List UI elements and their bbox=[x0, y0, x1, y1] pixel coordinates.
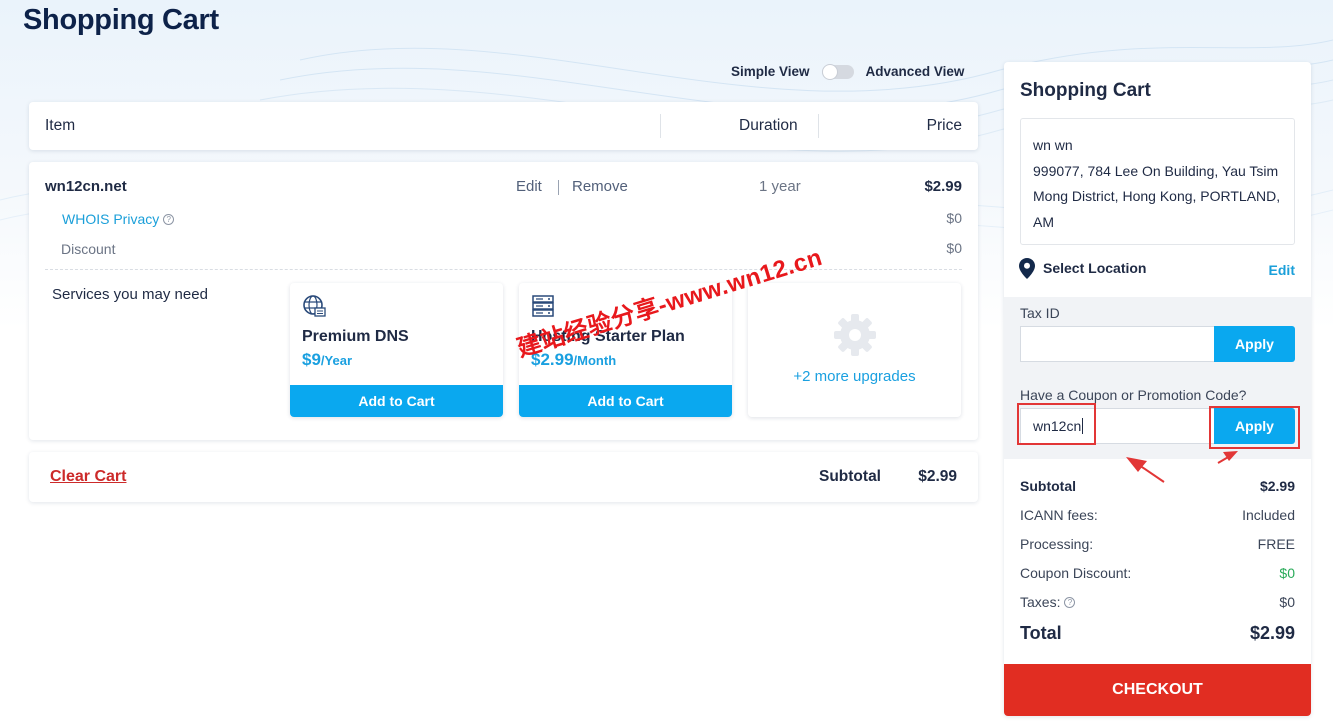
summary-taxes-row: Taxes:? $0 bbox=[1020, 594, 1295, 610]
column-header-duration: Duration bbox=[739, 117, 798, 134]
services-title: Services you may need bbox=[52, 286, 208, 303]
add-to-cart-button[interactable]: Add to Cart bbox=[290, 385, 503, 417]
globe-dns-icon bbox=[303, 295, 326, 317]
location-pin-icon bbox=[1019, 258, 1035, 279]
column-divider bbox=[818, 114, 819, 138]
domain-name: wn12cn.net bbox=[45, 178, 127, 195]
whois-privacy-label[interactable]: WHOIS Privacy bbox=[62, 211, 159, 227]
column-header-price: Price bbox=[926, 117, 962, 134]
service-card-premium-dns: Premium DNS $9/Year Add to Cart bbox=[290, 283, 503, 417]
apply-button-highlight bbox=[1209, 406, 1300, 449]
item-duration[interactable]: 1 year bbox=[759, 178, 801, 195]
edit-item-link[interactable]: Edit bbox=[516, 178, 542, 195]
summary-processing-row: Processing: FREE bbox=[1020, 536, 1295, 552]
cart-table-header: Item Duration Price bbox=[29, 102, 978, 150]
taxes-label: Taxes: bbox=[1020, 594, 1061, 610]
edit-location-link[interactable]: Edit bbox=[1269, 262, 1295, 278]
summary-total-row: Total $2.99 bbox=[1020, 623, 1295, 644]
page-title: Shopping Cart bbox=[23, 4, 219, 36]
address-line: Mong District, Hong Kong, PORTLAND, bbox=[1033, 188, 1281, 204]
order-summary-sidebar: Shopping Cart wn wn 999077, 784 Lee On B… bbox=[1004, 62, 1311, 716]
tax-id-apply-button[interactable]: Apply bbox=[1214, 326, 1295, 362]
item-price: $2.99 bbox=[924, 178, 962, 195]
coupon-discount-label: Coupon Discount: bbox=[1020, 565, 1132, 581]
icann-fees-label: ICANN fees: bbox=[1020, 507, 1098, 523]
service-price: $9/Year bbox=[302, 350, 352, 370]
more-upgrades-card[interactable]: +2 more upgrades bbox=[748, 283, 961, 417]
simple-view-label[interactable]: Simple View bbox=[731, 64, 810, 79]
help-icon[interactable]: ? bbox=[1064, 597, 1076, 608]
link-separator bbox=[558, 180, 559, 195]
view-toggle: Simple View Advanced View bbox=[731, 63, 965, 80]
subtotal-label: Subtotal bbox=[819, 468, 881, 485]
subtotal-value: $2.99 bbox=[918, 468, 957, 485]
cart-item-card: wn12cn.net Edit Remove 1 year $2.99 WHOI… bbox=[29, 162, 978, 440]
whois-privacy-link[interactable]: WHOIS Privacy? bbox=[62, 211, 175, 227]
icann-fees-value: Included bbox=[1242, 507, 1295, 523]
select-location-label[interactable]: Select Location bbox=[1043, 260, 1146, 276]
tax-id-label: Tax ID bbox=[1020, 305, 1060, 321]
subtotal-bar: Clear Cart Subtotal $2.99 bbox=[29, 452, 978, 502]
more-upgrades-link[interactable]: +2 more upgrades bbox=[748, 368, 961, 385]
processing-value: FREE bbox=[1257, 536, 1295, 552]
coupon-discount-value: $0 bbox=[1279, 565, 1295, 581]
service-name: Premium DNS bbox=[302, 328, 409, 345]
coupon-input-highlight bbox=[1017, 403, 1096, 445]
address-line: 999077, 784 Lee On Building, Yau Tsim bbox=[1033, 162, 1279, 179]
server-icon bbox=[532, 295, 554, 317]
checkout-button[interactable]: CHECKOUT bbox=[1004, 664, 1311, 716]
address-line: AM bbox=[1033, 213, 1054, 230]
whois-privacy-price: $0 bbox=[946, 210, 962, 226]
processing-label: Processing: bbox=[1020, 536, 1094, 552]
summary-subtotal-value: $2.99 bbox=[1259, 478, 1295, 494]
service-price-amount: $9 bbox=[302, 350, 321, 369]
gear-icon bbox=[834, 314, 876, 356]
column-divider bbox=[660, 114, 661, 138]
advanced-view-label[interactable]: Advanced View bbox=[866, 64, 965, 79]
column-header-item: Item bbox=[45, 117, 76, 134]
total-value: $2.99 bbox=[1249, 623, 1295, 643]
tax-id-input[interactable] bbox=[1020, 326, 1215, 362]
discount-price: $0 bbox=[946, 240, 962, 256]
total-label: Total bbox=[1020, 623, 1062, 643]
add-to-cart-button[interactable]: Add to Cart bbox=[519, 385, 732, 417]
taxes-value: $0 bbox=[1279, 594, 1295, 610]
service-price-period: /Year bbox=[320, 353, 353, 368]
summary-subtotal-label: Subtotal bbox=[1020, 478, 1076, 494]
discount-label: Discount bbox=[61, 241, 116, 257]
toggle-knob bbox=[821, 63, 838, 80]
remove-item-link[interactable]: Remove bbox=[572, 178, 628, 195]
summary-coupon-discount-row: Coupon Discount: $0 bbox=[1020, 565, 1295, 581]
sidebar-title: Shopping Cart bbox=[1020, 80, 1151, 101]
address-line: wn wn bbox=[1033, 137, 1073, 153]
clear-cart-link[interactable]: Clear Cart bbox=[50, 468, 126, 486]
help-icon[interactable]: ? bbox=[163, 214, 175, 225]
coupon-label: Have a Coupon or Promotion Code? bbox=[1020, 387, 1247, 403]
summary-subtotal-row: Subtotal $2.99 bbox=[1020, 478, 1295, 494]
billing-address: wn wn 999077, 784 Lee On Building, Yau T… bbox=[1020, 118, 1295, 245]
summary-icann-row: ICANN fees: Included bbox=[1020, 507, 1295, 523]
service-price-period: /Month bbox=[573, 353, 617, 368]
view-toggle-switch[interactable] bbox=[821, 63, 854, 80]
